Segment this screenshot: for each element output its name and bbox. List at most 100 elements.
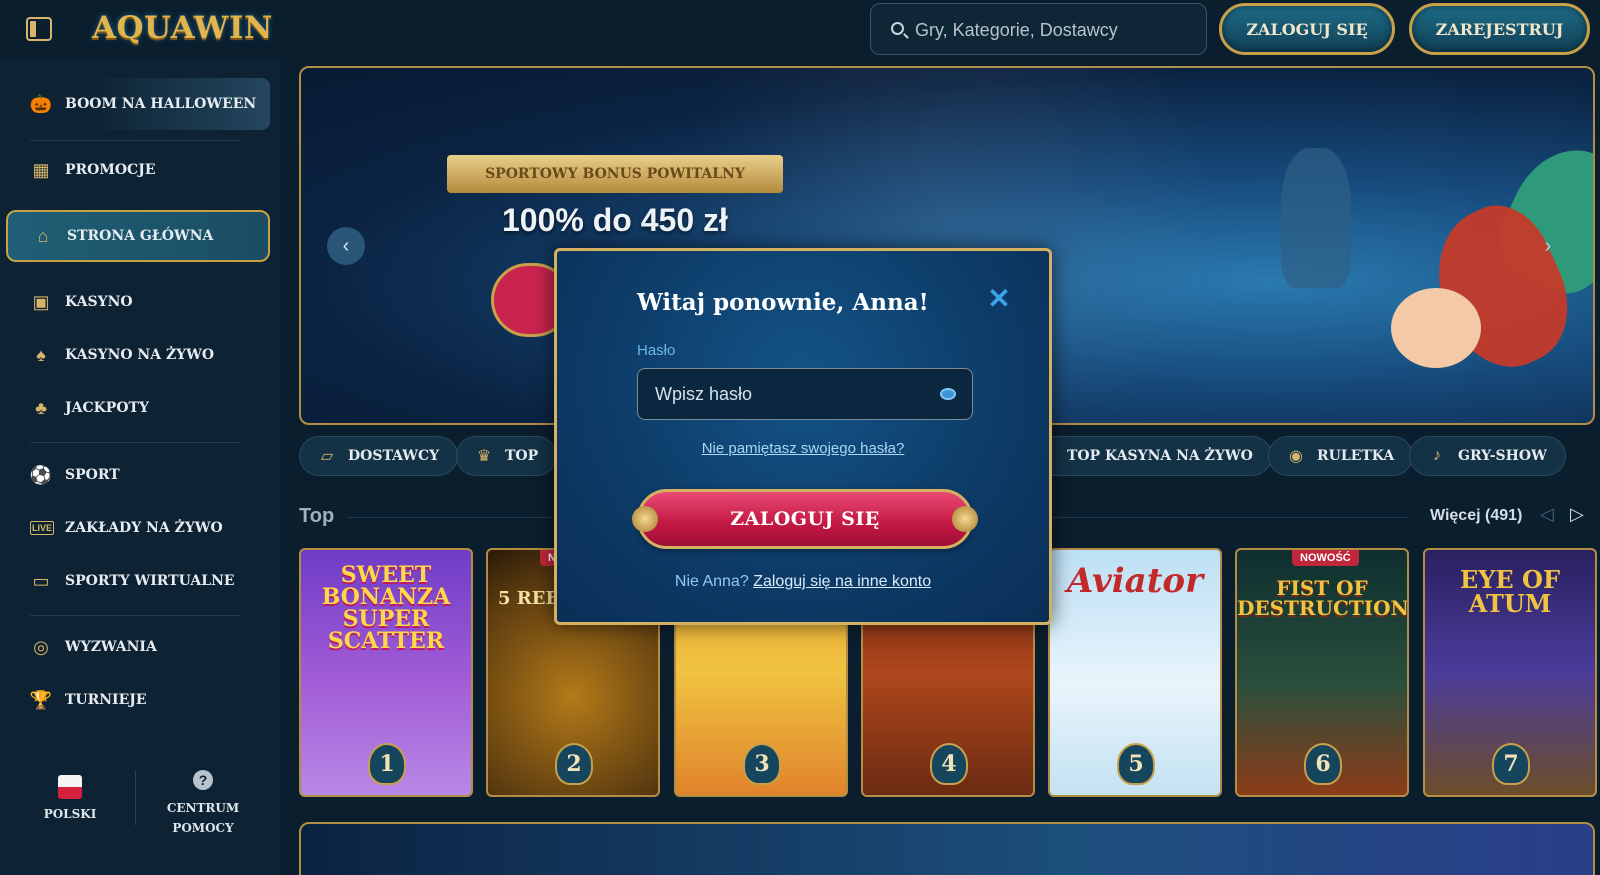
game-tile[interactable]: NOWOŚĆ FIST OF DESTRUCTION 6 [1235, 548, 1409, 797]
sidebar-item-promotions[interactable]: ▦ PROMOCJE [6, 144, 270, 196]
banner-headline: 100% do 450 zł [502, 202, 728, 238]
switch-account-row: Nie Anna? Zaloguj się na inne konto [557, 573, 1049, 591]
rank-badge: 7 [1492, 743, 1530, 785]
game-tile[interactable]: Aviator 5 [1048, 548, 1222, 797]
live-card-icon: ♠ [36, 344, 46, 365]
game-tile[interactable]: SWEET BONANZA SUPER SCATTER 1 [299, 548, 473, 797]
category-game-shows[interactable]: ♪ GRY-SHOW [1409, 436, 1566, 476]
category-top-live-casino[interactable]: ● TOP KASYNA NA ŻYWO [1018, 436, 1272, 476]
search-icon [891, 22, 904, 35]
switch-account-link[interactable]: Zaloguj się na inne konto [753, 573, 931, 590]
category-label: TOP [505, 448, 539, 464]
prev-arrow-icon[interactable]: ◁ [1540, 504, 1554, 525]
sidebar-item-label: PROMOCJE [65, 162, 156, 178]
sidebar-item-label: SPORTY WIRTUALNE [65, 573, 235, 589]
rank-badge: 2 [555, 743, 593, 785]
sidebar-item-label: STRONA GŁÓWNA [67, 228, 214, 244]
sidebar-item-challenges[interactable]: ◎ WYZWANIA [6, 621, 270, 673]
sidebar-item-virtual-sports[interactable]: ▭ SPORTY WIRTUALNE [6, 555, 270, 607]
close-icon[interactable]: ✕ [987, 285, 1011, 313]
target-icon: ◎ [33, 636, 49, 657]
home-icon: ⌂ [37, 225, 49, 246]
roulette-icon: ◉ [1289, 448, 1303, 465]
banner-art-villain [1281, 148, 1351, 288]
pumpkin-icon: 🎃 [29, 93, 53, 114]
sidebar-item-home[interactable]: ⌂ STRONA GŁÓWNA [6, 210, 270, 262]
game-tile[interactable]: EYE OF ATUM 7 [1423, 548, 1597, 797]
sidebar-item-label: SPORT [65, 467, 120, 483]
crown-icon: ♛ [476, 448, 492, 465]
password-label: Hasło [637, 342, 676, 359]
sidebar-item-live-betting[interactable]: LIVE ZAKŁADY NA ŻYWO [6, 502, 270, 554]
category-providers[interactable]: ▱ DOSTAWCY [299, 436, 459, 476]
password-field[interactable] [637, 368, 973, 420]
search-input[interactable] [915, 16, 1195, 44]
search-box[interactable] [870, 3, 1207, 55]
new-badge: NOWOŚĆ [1292, 550, 1359, 566]
sidebar-item-label: WYZWANIA [65, 639, 157, 655]
register-button[interactable]: ZAREJESTRUJ [1409, 3, 1590, 55]
sidebar-item-label: JACKPOTY [65, 400, 149, 416]
gift-icon: ▦ [32, 159, 50, 180]
sidebar-item-label: ZAKŁADY NA ŻYWO [65, 520, 223, 536]
clover-icon: ♣ [35, 397, 47, 418]
category-label: GRY-SHOW [1458, 448, 1547, 464]
category-label: TOP KASYNA NA ŻYWO [1067, 448, 1253, 464]
slot-machine-icon: ▣ [32, 291, 50, 312]
login-button[interactable]: ZALOGUJ SIĘ [1219, 3, 1395, 55]
sidebar-item-label: BOOM NA HALLOWEEN [65, 96, 257, 112]
banner-next-arrow-icon[interactable]: › [1529, 227, 1567, 265]
submit-login-button[interactable]: ZALOGUJ SIĘ [632, 489, 978, 549]
rank-badge: 1 [368, 743, 406, 785]
sidebar-divider [30, 615, 240, 616]
rank-badge: 6 [1304, 743, 1342, 785]
sidebar-item-label: KASYNO [65, 294, 133, 310]
secondary-banner[interactable] [299, 822, 1595, 875]
password-input[interactable] [655, 381, 925, 407]
language-label: POLSKI [43, 807, 97, 821]
game-title: Aviator [1067, 561, 1203, 601]
login-modal: Witaj ponownie, Anna! ✕ Hasło Nie pamięt… [554, 248, 1052, 625]
scroll-icon: ▱ [320, 448, 334, 465]
trophy-icon: 🏆 [29, 689, 53, 710]
category-top[interactable]: ♛ TOP [456, 436, 558, 476]
rank-badge: 5 [1117, 743, 1155, 785]
game-title: FIST OF DESTRUCTION [1237, 576, 1409, 620]
sidebar-divider [30, 442, 240, 443]
bottom-separator [135, 770, 136, 825]
see-more-link[interactable]: Więcej (491) [1430, 507, 1522, 525]
switch-account-prefix: Nie Anna? [674, 573, 749, 590]
help-center-link[interactable]: ? CENTRUM POMOCY [160, 770, 246, 838]
sidebar-item-casino[interactable]: ▣ KASYNO [6, 276, 270, 328]
live-badge-icon: LIVE [30, 521, 54, 535]
sidebar-item-jackpots[interactable]: ♣ JACKPOTY [6, 382, 270, 434]
next-arrow-icon[interactable]: ▷ [1570, 504, 1584, 525]
category-label: DOSTAWCY [348, 448, 440, 464]
sidebar-item-tournaments[interactable]: 🏆 TURNIEJE [6, 674, 270, 726]
game-title: SWEET BONANZA SUPER SCATTER [321, 562, 451, 654]
logo[interactable]: AQUAWIN [92, 10, 273, 46]
language-selector[interactable]: POLSKI [40, 775, 100, 821]
forgot-password-link[interactable]: Nie pamiętasz swojego hasła? [557, 440, 1049, 457]
help-label: CENTRUM POMOCY [166, 801, 240, 835]
eye-icon[interactable] [940, 388, 956, 400]
poland-flag-icon [58, 775, 82, 799]
sidebar-item-label: TURNIEJE [65, 692, 147, 708]
mic-icon: ♪ [1433, 447, 1441, 464]
category-label: RULETKA [1317, 448, 1395, 464]
ball-icon: ⚽ [29, 464, 53, 485]
sidebar-item-sport[interactable]: ⚽ SPORT [6, 449, 270, 501]
question-icon: ? [193, 770, 213, 790]
sidebar: 🎃 BOOM NA HALLOWEEN ▦ PROMOCJE ⌂ STRONA … [0, 60, 280, 875]
sidebar-divider [30, 140, 240, 141]
banner-prev-arrow-icon[interactable]: ‹ [327, 227, 365, 265]
category-roulette[interactable]: ◉ RULETKA [1268, 436, 1414, 476]
banner-art-face [1391, 288, 1481, 368]
virtual-sport-icon: ▭ [32, 570, 50, 591]
banner-ribbon: SPORTOWY BONUS POWITALNY [447, 155, 783, 193]
sidebar-toggle-icon[interactable] [26, 17, 52, 41]
game-title: EYE OF ATUM [1459, 565, 1561, 618]
sidebar-item-live-casino[interactable]: ♠ KASYNO NA ŻYWO [6, 329, 270, 381]
sidebar-item-halloween[interactable]: 🎃 BOOM NA HALLOWEEN [6, 78, 270, 130]
rank-badge: 3 [743, 743, 781, 785]
